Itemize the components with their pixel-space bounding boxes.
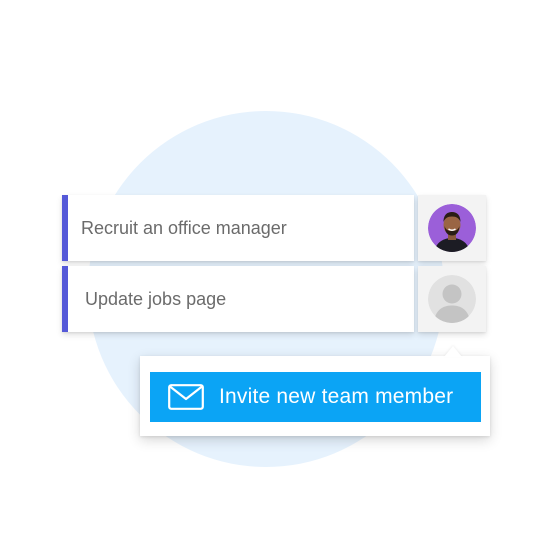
assignee-cell[interactable] [418, 266, 486, 332]
task-label: Recruit an office manager [81, 217, 287, 238]
assignee-cell[interactable] [418, 195, 486, 261]
popover-arrow [444, 346, 462, 357]
invite-button-label: Invite new team member [219, 385, 454, 408]
avatar [428, 204, 476, 252]
task-row-update-jobs[interactable]: Update jobs page [62, 266, 414, 332]
task-label: Update jobs page [85, 288, 227, 309]
canvas: Recruit an office manager Update jobs pa… [0, 0, 544, 544]
unassigned-person-icon [428, 275, 476, 323]
envelope-icon [168, 384, 204, 410]
invite-new-team-member-button[interactable]: Invite new team member [150, 372, 481, 422]
task-row-recruit[interactable]: Recruit an office manager [62, 195, 414, 261]
